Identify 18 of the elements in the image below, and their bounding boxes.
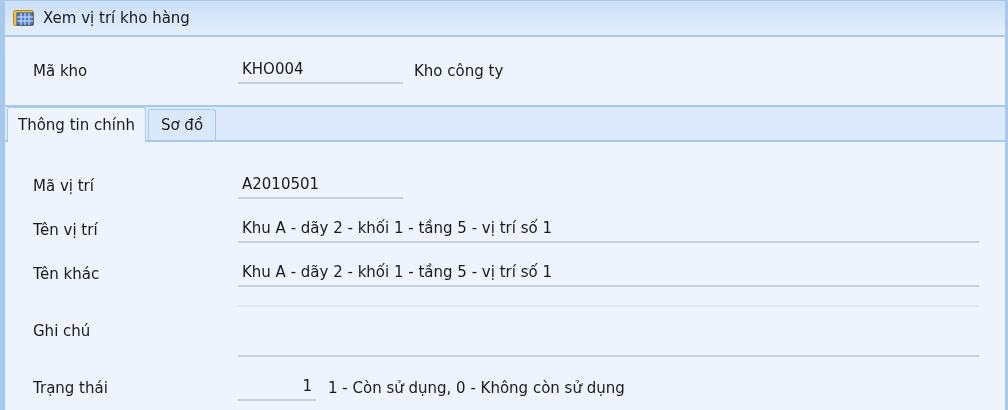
input-field[interactable]: 1 [238,374,316,402]
field-label: Ghi chú [33,320,92,342]
input-field[interactable]: Khu A - dãy 2 - khối 1 - tầng 5 - vị trí số 1 [238,260,979,288]
field-label: Mã vị trí [33,175,95,197]
tab[interactable]: Sơ đồ [147,109,217,140]
field-label: Tên vị trí [33,219,99,241]
window-title: Xem vị trí kho hàng [43,7,190,29]
warehouse-name: Kho công ty [414,60,504,82]
input-field[interactable]: Khu A - dãy 2 - khối 1 - tầng 5 - vị trí số 1 [238,216,979,244]
input-field[interactable]: A2010501 [238,172,403,200]
hint-text: 1 - Còn sử dụng, 0 - Không còn sử dụng [328,377,625,399]
field-label: Mã kho [33,60,89,82]
table-window-icon [13,9,35,27]
input-field[interactable]: KHO004 [238,57,403,85]
tab[interactable]: Thông tin chính [7,107,146,142]
field-label: Trạng thái [33,377,109,399]
field-label: Tên khác [33,263,101,285]
text-area[interactable] [238,305,979,357]
